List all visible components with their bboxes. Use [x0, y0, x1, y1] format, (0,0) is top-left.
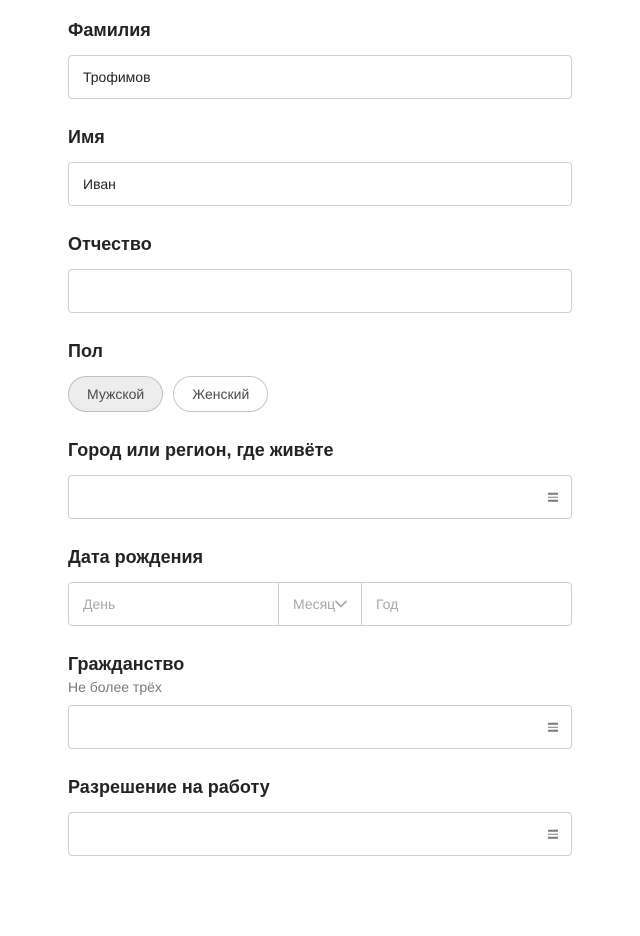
- birthdate-year-input[interactable]: [361, 582, 572, 626]
- birthdate-row: Месяц: [68, 582, 572, 626]
- citizenship-label: Гражданство: [68, 654, 572, 675]
- birthdate-field-group: Дата рождения Месяц: [68, 547, 572, 626]
- name-label: Имя: [68, 127, 572, 148]
- gender-male-pill[interactable]: Мужской: [68, 376, 163, 412]
- work-permit-select[interactable]: [68, 812, 572, 856]
- citizenship-select-wrap: [68, 705, 572, 749]
- patronymic-input[interactable]: [68, 269, 572, 313]
- patronymic-field-group: Отчество: [68, 234, 572, 313]
- name-field-group: Имя: [68, 127, 572, 206]
- list-icon: [548, 723, 558, 732]
- city-select-wrap: [68, 475, 572, 519]
- surname-input[interactable]: [68, 55, 572, 99]
- work-permit-label: Разрешение на работу: [68, 777, 572, 798]
- work-permit-field-group: Разрешение на работу: [68, 777, 572, 856]
- surname-label: Фамилия: [68, 20, 572, 41]
- citizenship-sublabel: Не более трёх: [68, 679, 572, 695]
- birthdate-day-input[interactable]: [68, 582, 279, 626]
- patronymic-label: Отчество: [68, 234, 572, 255]
- citizenship-select[interactable]: [68, 705, 572, 749]
- city-label: Город или регион, где живёте: [68, 440, 572, 461]
- city-field-group: Город или регион, где живёте: [68, 440, 572, 519]
- birthdate-month-placeholder: Месяц: [293, 596, 335, 612]
- list-icon: [548, 830, 558, 839]
- birthdate-month-select[interactable]: Месяц: [279, 582, 361, 626]
- surname-field-group: Фамилия: [68, 20, 572, 99]
- work-permit-select-wrap: [68, 812, 572, 856]
- name-input[interactable]: [68, 162, 572, 206]
- gender-pill-group: Мужской Женский: [68, 376, 572, 412]
- gender-label: Пол: [68, 341, 572, 362]
- birthdate-label: Дата рождения: [68, 547, 572, 568]
- gender-field-group: Пол Мужской Женский: [68, 341, 572, 412]
- citizenship-field-group: Гражданство Не более трёх: [68, 654, 572, 749]
- gender-female-pill[interactable]: Женский: [173, 376, 268, 412]
- list-icon: [548, 493, 558, 502]
- city-select[interactable]: [68, 475, 572, 519]
- chevron-down-icon: [335, 600, 347, 608]
